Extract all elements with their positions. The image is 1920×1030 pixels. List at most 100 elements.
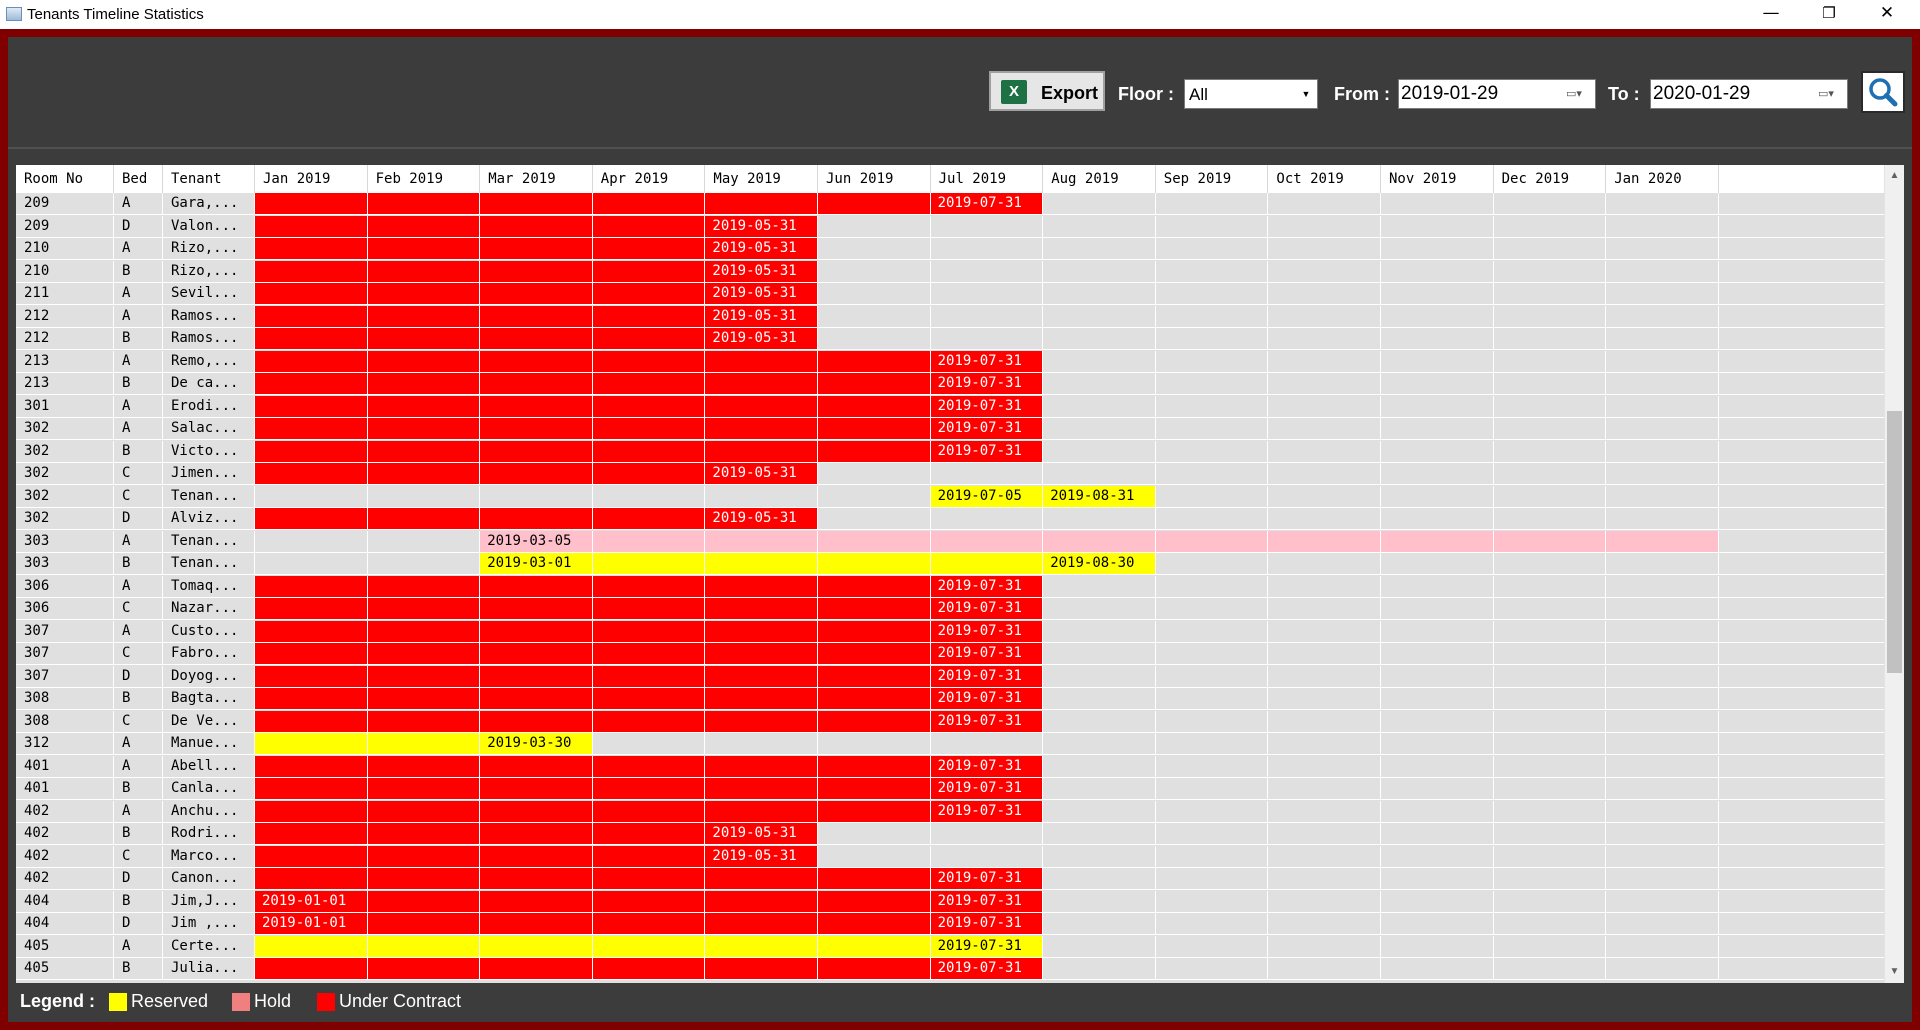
column-header[interactable]: Jan 2019	[255, 165, 368, 193]
tenant-cell[interactable]: Fabro...	[163, 643, 255, 664]
empty-cell[interactable]	[1606, 395, 1719, 417]
empty-cell[interactable]	[1493, 823, 1607, 844]
empty-cell[interactable]	[1268, 733, 1381, 754]
empty-cell[interactable]	[1493, 598, 1607, 619]
contract-cell[interactable]: 2019-07-31	[930, 665, 1044, 687]
empty-cell[interactable]	[1043, 328, 1156, 349]
contract-cell[interactable]	[592, 260, 706, 282]
empty-cell[interactable]	[1268, 688, 1381, 709]
empty-cell[interactable]	[1268, 575, 1381, 597]
empty-cell[interactable]	[1606, 890, 1719, 912]
empty-cell[interactable]	[1268, 418, 1381, 439]
empty-cell[interactable]	[1606, 238, 1719, 259]
contract-cell[interactable]	[592, 958, 706, 979]
contract-cell[interactable]	[818, 778, 931, 799]
empty-cell[interactable]	[1493, 485, 1607, 507]
empty-cell[interactable]	[1155, 238, 1269, 259]
tenant-cell[interactable]: De ca...	[163, 373, 255, 394]
room-cell[interactable]: 302	[16, 463, 114, 484]
empty-cell[interactable]	[1381, 463, 1494, 484]
empty-cell[interactable]	[1043, 868, 1156, 889]
table-row[interactable]: 308 B Bagta... 2019-07-31	[16, 688, 1884, 710]
from-date-picker[interactable]: 2019-01-29 ▭▾	[1398, 79, 1596, 109]
timeline-grid[interactable]: Room No Bed Tenant Jan 2019 Feb 2019 Mar 2019…	[16, 165, 1904, 983]
room-cell[interactable]: 307	[16, 665, 114, 687]
calendar-icon[interactable]: ▭▾	[1561, 86, 1587, 102]
contract-cell[interactable]	[255, 710, 368, 732]
hold-cell[interactable]	[930, 530, 1044, 552]
contract-cell[interactable]	[592, 800, 706, 822]
contract-cell[interactable]: 2019-05-31	[705, 215, 818, 237]
contract-cell[interactable]	[592, 823, 706, 844]
contract-cell[interactable]	[480, 395, 593, 417]
contract-cell[interactable]	[367, 283, 481, 304]
empty-cell[interactable]	[1606, 575, 1719, 597]
contract-cell[interactable]	[255, 328, 368, 349]
room-cell[interactable]: 402	[16, 845, 114, 867]
contract-cell[interactable]	[705, 373, 818, 394]
room-cell[interactable]: 405	[16, 958, 114, 979]
table-row[interactable]: 402 C Marco... 2019-05-31	[16, 845, 1884, 868]
empty-cell[interactable]	[1606, 710, 1719, 732]
contract-cell[interactable]: 2019-07-31	[930, 373, 1044, 394]
tenant-cell[interactable]: Abell...	[163, 755, 255, 777]
contract-cell[interactable]	[705, 395, 818, 417]
empty-cell[interactable]	[930, 733, 1044, 754]
table-row[interactable]: 213 B De ca... 2019-07-31	[16, 373, 1884, 395]
empty-cell[interactable]	[1268, 395, 1381, 417]
empty-cell[interactable]	[1493, 913, 1607, 934]
table-row[interactable]: 312 A Manue... 2019-03-30	[16, 733, 1884, 755]
contract-cell[interactable]	[480, 215, 593, 237]
contract-cell[interactable]	[592, 890, 706, 912]
contract-cell[interactable]	[592, 395, 706, 417]
empty-cell[interactable]	[818, 260, 931, 282]
contract-cell[interactable]: 2019-05-31	[705, 508, 818, 529]
column-header[interactable]: Feb 2019	[368, 165, 481, 193]
empty-cell[interactable]	[1493, 958, 1607, 979]
room-cell[interactable]: 405	[16, 935, 114, 957]
contract-cell[interactable]	[705, 418, 818, 439]
to-date-picker[interactable]: 2020-01-29 ▭▾	[1650, 79, 1848, 109]
room-cell[interactable]: 209	[16, 193, 114, 214]
table-row[interactable]: 401 B Canla... 2019-07-31	[16, 778, 1884, 800]
room-cell[interactable]: 308	[16, 710, 114, 732]
contract-cell[interactable]	[255, 620, 368, 642]
empty-cell[interactable]	[1493, 328, 1607, 349]
empty-cell[interactable]	[1155, 890, 1269, 912]
contract-cell[interactable]	[367, 575, 481, 597]
contract-cell[interactable]	[367, 868, 481, 889]
empty-cell[interactable]	[1155, 845, 1269, 867]
room-cell[interactable]: 210	[16, 238, 114, 259]
contract-cell[interactable]	[818, 643, 931, 664]
empty-cell[interactable]	[1043, 800, 1156, 822]
minimize-button[interactable]: —	[1742, 0, 1800, 29]
empty-cell[interactable]	[1606, 755, 1719, 777]
empty-cell[interactable]	[1381, 868, 1494, 889]
contract-cell[interactable]	[367, 688, 481, 709]
contract-cell[interactable]	[818, 755, 931, 777]
empty-cell[interactable]	[1493, 620, 1607, 642]
empty-cell[interactable]	[1606, 688, 1719, 709]
contract-cell[interactable]	[367, 620, 481, 642]
contract-cell[interactable]	[480, 823, 593, 844]
empty-cell[interactable]	[1606, 733, 1719, 754]
hold-cell[interactable]	[1606, 530, 1719, 552]
empty-cell[interactable]	[1155, 373, 1269, 394]
empty-cell[interactable]	[1155, 328, 1269, 349]
empty-cell[interactable]	[1381, 733, 1494, 754]
table-row[interactable]: 213 A Remo,... 2019-07-31	[16, 350, 1884, 373]
bed-cell[interactable]: C	[114, 463, 163, 484]
empty-cell[interactable]	[1493, 710, 1607, 732]
tenant-cell[interactable]: Nazar...	[163, 598, 255, 619]
column-header[interactable]: May 2019	[705, 165, 818, 193]
empty-cell[interactable]	[1043, 688, 1156, 709]
reserved-cell[interactable]	[480, 935, 593, 957]
contract-cell[interactable]: 2019-07-31	[930, 620, 1044, 642]
empty-cell[interactable]	[1493, 800, 1607, 822]
empty-cell[interactable]	[1155, 508, 1269, 529]
contract-cell[interactable]	[818, 395, 931, 417]
table-row[interactable]: 405 A Certe... 2019-07-31	[16, 935, 1884, 958]
contract-cell[interactable]	[367, 193, 481, 214]
empty-cell[interactable]	[1381, 778, 1494, 799]
room-cell[interactable]: 213	[16, 350, 114, 372]
